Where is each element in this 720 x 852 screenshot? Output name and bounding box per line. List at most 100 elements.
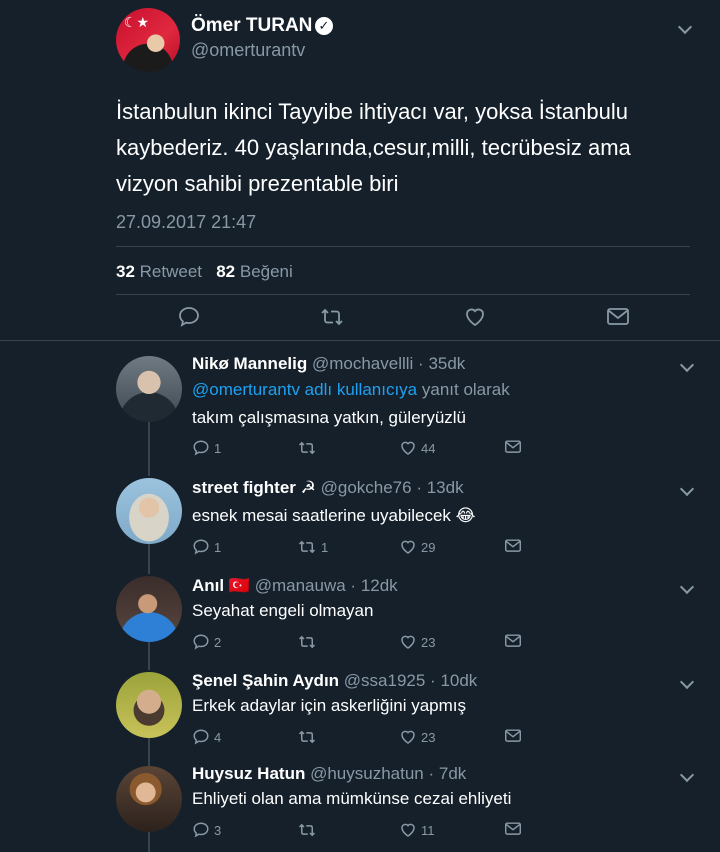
retweet-label[interactable]: Retweet: [140, 262, 202, 281]
message-action[interactable]: [504, 821, 522, 837]
reply-tweet[interactable]: Anıl 🇹🇷 @manauwa · 12dk Seyahat engeli o…: [0, 568, 720, 664]
heart-icon: [401, 635, 415, 649]
reply-action[interactable]: 1: [192, 439, 221, 457]
reply-header: Anıl 🇹🇷 @manauwa · 12dk: [192, 576, 398, 596]
retweet-icon: [298, 730, 316, 744]
reply-icon: [193, 440, 209, 456]
retweet-action[interactable]: [297, 728, 321, 746]
mail-icon: [505, 634, 521, 647]
message-action[interactable]: [504, 439, 522, 455]
reply-header: street fighter ☭ @gokche76 · 13dk: [192, 478, 464, 498]
like-count[interactable]: 82: [216, 262, 235, 281]
reply-count: 1: [214, 440, 222, 456]
retweet-icon: [298, 441, 316, 455]
reply-header: Nikø Mannelig @mochavellli · 35dk: [192, 354, 465, 374]
avatar[interactable]: [116, 766, 182, 832]
mail-icon: [505, 822, 521, 835]
reply-action[interactable]: 2: [192, 633, 221, 651]
retweet-action[interactable]: [297, 439, 321, 457]
retweet-action[interactable]: [297, 821, 321, 839]
reply-count: 1: [214, 539, 222, 555]
chevron-down-icon[interactable]: [679, 357, 695, 373]
reply-author-name[interactable]: Huysuz Hatun: [192, 764, 305, 783]
heart-icon: [401, 823, 415, 837]
reply-time[interactable]: 12dk: [361, 576, 398, 595]
reply-count: 3: [214, 822, 222, 838]
reply-tweet[interactable]: street fighter ☭ @gokche76 · 13dk esnek …: [0, 470, 720, 568]
chevron-down-icon[interactable]: [679, 579, 695, 595]
reply-text: takım çalışmasına yatkın, güleryüzlü: [192, 408, 467, 427]
chevron-down-icon[interactable]: [679, 481, 695, 497]
avatar[interactable]: [116, 478, 182, 544]
reply-tweet[interactable]: Huysuz Hatun @huysuzhatun · 7dk Ehliyeti…: [0, 758, 720, 852]
reply-text: Seyahat engeli olmayan: [192, 601, 374, 620]
reply-author-name[interactable]: street fighter ☭: [192, 478, 316, 497]
reply-action[interactable]: 1: [192, 538, 221, 556]
reply-author-name[interactable]: Nikø Mannelig: [192, 354, 307, 373]
like-label[interactable]: Beğeni: [240, 262, 293, 281]
message-action[interactable]: [504, 633, 522, 649]
reply-text: Erkek adaylar için askerliğini yapmış: [192, 696, 466, 715]
reply-handle[interactable]: @mochavellli: [312, 354, 413, 373]
heart-icon: [401, 730, 415, 744]
mail-icon: [505, 729, 521, 742]
separator-dot: ·: [345, 576, 361, 595]
tweet-timestamp[interactable]: 27.09.2017 21:47: [116, 212, 256, 233]
separator-dot: ·: [423, 764, 439, 783]
heart-icon[interactable]: [463, 305, 487, 329]
reply-action[interactable]: 3: [192, 821, 221, 839]
reply-author-name[interactable]: Şenel Şahin Aydın: [192, 671, 339, 690]
like-action[interactable]: 23: [399, 728, 435, 746]
chevron-down-icon[interactable]: [679, 674, 695, 690]
reply-handle[interactable]: @manauwa: [255, 576, 346, 595]
chevron-down-icon[interactable]: [679, 767, 695, 783]
separator-dot: ·: [425, 671, 441, 690]
verified-badge-icon: ✓: [315, 17, 333, 35]
reply-handle[interactable]: @ssa1925: [344, 671, 426, 690]
mail-icon[interactable]: [606, 306, 630, 328]
reply-time[interactable]: 10dk: [440, 671, 477, 690]
reply-time[interactable]: 7dk: [439, 764, 466, 783]
like-action[interactable]: 44: [399, 439, 435, 457]
reply-header: Şenel Şahin Aydın @ssa1925 · 10dk: [192, 671, 477, 691]
reply-time[interactable]: 35dk: [428, 354, 465, 373]
reply-count: 4: [214, 729, 222, 745]
avatar[interactable]: [116, 8, 180, 72]
reply-text: Ehliyeti olan ama mümkünse cezai ehliyet…: [192, 789, 512, 808]
retweet-icon[interactable]: [319, 305, 345, 329]
replying-to-link[interactable]: @omerturantv adlı kullanıcıya: [192, 380, 417, 399]
message-action[interactable]: [504, 538, 522, 554]
author-handle[interactable]: @omerturantv: [191, 40, 305, 61]
like-action[interactable]: 11: [399, 821, 435, 839]
tweet-text: İstanbulun ikinci Tayyibe ihtiyacı var, …: [116, 99, 631, 196]
reply-header: Huysuz Hatun @huysuzhatun · 7dk: [192, 764, 466, 784]
like-action[interactable]: 23: [399, 633, 435, 651]
retweet-action[interactable]: [297, 633, 321, 651]
reply-tweet[interactable]: Şenel Şahin Aydın @ssa1925 · 10dk Erkek …: [0, 664, 720, 758]
retweet-icon: [298, 635, 316, 649]
main-tweet: Ömer TURAN ✓ @omerturantv İstanbulun iki…: [0, 0, 720, 341]
like-count: 23: [421, 634, 436, 650]
divider: [116, 294, 690, 295]
retweet-action[interactable]: 1: [297, 538, 328, 556]
like-action[interactable]: 29: [399, 538, 435, 556]
retweet-icon: [298, 823, 316, 837]
mail-icon: [505, 440, 521, 453]
retweet-icon: [298, 540, 316, 554]
reply-author-name[interactable]: Anıl 🇹🇷: [192, 576, 250, 595]
reply-action[interactable]: 4: [192, 728, 221, 746]
avatar[interactable]: [116, 356, 182, 422]
message-action[interactable]: [504, 728, 522, 744]
avatar[interactable]: [116, 672, 182, 738]
reply-handle[interactable]: @gokche76: [321, 478, 412, 497]
reply-icon[interactable]: [177, 305, 201, 329]
author-name[interactable]: Ömer TURAN: [191, 15, 312, 37]
reply-handle[interactable]: @huysuzhatun: [310, 764, 424, 783]
retweet-count[interactable]: 32: [116, 262, 135, 281]
reply-time[interactable]: 13dk: [427, 478, 464, 497]
tweet-stats: 32 Retweet 82 Beğeni: [116, 262, 293, 282]
avatar[interactable]: [116, 576, 182, 642]
chevron-down-icon[interactable]: [677, 19, 693, 35]
reply-tweet[interactable]: Nikø Mannelig @mochavellli · 35dk @omert…: [0, 340, 720, 470]
reply-icon: [193, 822, 209, 838]
